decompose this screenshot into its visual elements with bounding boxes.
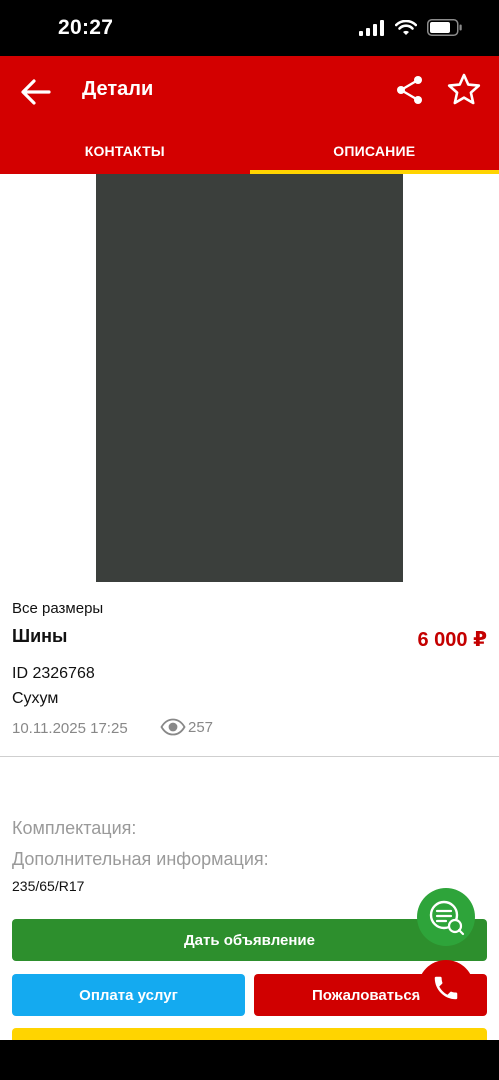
call-button[interactable] [418,960,474,1016]
share-icon [397,76,422,104]
view-count-value: 257 [188,718,214,736]
chat-icon [429,900,465,936]
status-icons [359,19,463,36]
extra-info-label: Дополнительная информация: [12,849,269,869]
listing-photo[interactable] [96,174,403,582]
extra-info-value: 235/65/R17 [12,878,85,894]
share-button[interactable] [394,74,426,106]
arrow-left-icon [21,79,51,105]
chat-button[interactable] [417,888,475,946]
tab-description[interactable]: ОПИСАНИЕ [249,128,499,174]
tab-contacts[interactable]: КОНТАКТЫ [0,128,250,174]
phone-icon [434,976,458,1000]
equipment-label: Комплектация: [12,818,137,838]
tab-bar: КОНТАКТЫ ОПИСАНИЕ [0,128,499,174]
listing-name: Шины [12,626,68,646]
pay-services-button[interactable]: Оплата услуг [12,974,245,1016]
yellow-button-partial[interactable] [12,1028,487,1040]
eye-icon [160,718,186,736]
listing-date: 10.11.2025 17:25 [12,720,128,737]
back-button[interactable] [16,72,56,112]
page-title: Детали [82,78,154,100]
section-divider [0,756,499,757]
app-bar: Детали КОНТАКТЫ ОПИСАНИЕ [0,56,499,174]
post-ad-button[interactable]: Дать объявление [12,919,487,961]
listing-id: ID 2326768 [12,665,95,682]
status-time: 20:27 [58,16,114,39]
star-icon [447,73,481,105]
wifi-icon [395,19,417,35]
status-bar: 20:27 [0,0,499,56]
bottom-system-bar [0,1040,499,1080]
listing-category: Все размеры [12,600,104,617]
favorite-button[interactable] [446,72,482,108]
listing-price: 6 000 ₽ [417,629,487,651]
listing-city: Сухум [12,690,59,707]
signal-icon [359,19,384,36]
battery-icon [427,19,462,36]
view-count: 257 [160,718,213,736]
